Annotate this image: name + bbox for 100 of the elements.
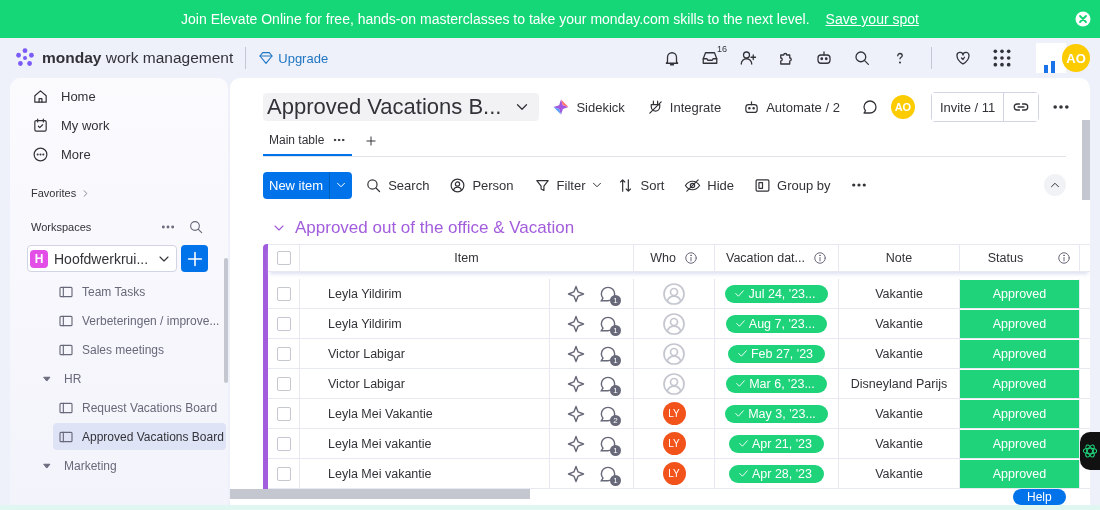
add-view-icon[interactable] — [364, 134, 379, 148]
column-title: Who — [650, 251, 676, 265]
note-text: Vakantie — [875, 316, 923, 331]
person-avatar: LY — [662, 402, 686, 425]
folder-item[interactable]: Marketing — [30, 452, 220, 479]
update-count: 2 — [610, 414, 621, 426]
board-item[interactable]: Sales meetings — [44, 336, 220, 363]
filter-button[interactable]: Filter — [524, 172, 595, 198]
status-label: Approved — [992, 317, 1047, 331]
sparkle-icon[interactable] — [566, 433, 586, 454]
board-item[interactable]: Approved Vacations Board — [53, 423, 226, 450]
info-icon[interactable] — [1057, 251, 1072, 265]
bell-icon[interactable] — [663, 49, 681, 67]
nav-item[interactable]: My work — [10, 111, 228, 140]
note-text: Vakantie — [875, 436, 923, 451]
hide-button[interactable]: Hide — [675, 172, 744, 198]
column-title: Vacation dat... — [726, 251, 805, 265]
sort-button[interactable]: Sort — [608, 172, 674, 198]
chat-icon[interactable] — [860, 98, 879, 116]
invite-icon[interactable] — [739, 49, 757, 67]
update-count: 1 — [610, 354, 621, 366]
robot-icon[interactable] — [815, 49, 833, 67]
checkbox[interactable] — [276, 376, 291, 391]
update-count: 1 — [610, 384, 621, 396]
person-filter-button[interactable]: Person — [440, 172, 523, 198]
workspace-name: Hoofdwerkrui... — [54, 250, 150, 267]
item-name[interactable]: Victor Labigar — [328, 346, 405, 361]
check-icon — [733, 287, 747, 300]
view-tab[interactable]: Main table — [263, 126, 353, 156]
search-icon — [365, 176, 383, 194]
integrate-button[interactable]: Integrate — [637, 94, 731, 120]
group-icon — [754, 176, 772, 194]
heart-icon[interactable] — [954, 49, 972, 67]
apps-grid-icon[interactable] — [992, 48, 1012, 68]
section-label: Workspaces — [31, 221, 92, 233]
calendar-icon — [32, 117, 49, 134]
checkbox[interactable] — [276, 316, 291, 331]
workspace-dropdown[interactable]: H Hoofdwerkrui... — [27, 245, 177, 272]
update-count: 1 — [610, 294, 621, 306]
checkbox[interactable] — [276, 251, 291, 265]
update-count: 1 — [610, 444, 621, 456]
item-name[interactable]: Victor Labigar — [328, 376, 405, 391]
checkbox[interactable] — [276, 436, 291, 451]
checkbox[interactable] — [276, 406, 291, 421]
inbox-icon[interactable] — [701, 49, 719, 67]
status-label: Approved — [992, 467, 1047, 481]
item-name[interactable]: Leyla Yildirim — [328, 286, 402, 301]
sparkle-icon[interactable] — [566, 403, 586, 424]
search-icon[interactable] — [853, 49, 871, 67]
item-name[interactable]: Leyla Mei vakantie — [328, 466, 432, 481]
workspace-badge: H — [30, 249, 48, 268]
checkbox[interactable] — [276, 286, 291, 301]
info-icon[interactable] — [813, 251, 827, 265]
sparkle-icon[interactable] — [566, 373, 586, 394]
sidekick-button[interactable]: Sidekick — [543, 94, 634, 120]
check-icon — [733, 407, 747, 420]
note-text: Vakantie — [875, 466, 923, 481]
info-icon[interactable] — [683, 251, 698, 265]
board-title-dropdown[interactable]: Approved Vacations B... — [263, 93, 540, 121]
favorites-link[interactable]: Favorites — [31, 187, 77, 199]
sparkle-icon[interactable] — [566, 313, 586, 334]
check-icon — [734, 377, 748, 390]
item-name[interactable]: Leyla Mei Vakantie — [328, 406, 433, 421]
note-text: Disneyland Parijs — [850, 376, 948, 391]
checkbox[interactable] — [276, 466, 291, 481]
group-by-button[interactable]: Group by — [745, 172, 840, 198]
robot-icon — [743, 98, 761, 116]
checkbox[interactable] — [276, 346, 291, 361]
ai-assistant-icon[interactable] — [1080, 432, 1100, 470]
eye-off-icon — [684, 176, 702, 194]
board-item[interactable]: Team Tasks — [44, 278, 220, 305]
note-text: Vakantie — [875, 346, 923, 361]
column-title: Note — [885, 251, 913, 265]
notification-count: 16 — [717, 44, 728, 54]
home-icon — [32, 88, 49, 105]
person-avatar: LY — [662, 462, 686, 485]
nav-item[interactable]: More — [10, 140, 228, 169]
search-button[interactable]: Search — [356, 172, 439, 198]
sparkle-icon[interactable] — [566, 283, 586, 304]
automate-button[interactable]: Automate / 2 — [734, 94, 849, 120]
check-icon — [736, 437, 750, 450]
logo-icon[interactable] — [14, 47, 36, 69]
help-button[interactable]: Help — [1013, 489, 1066, 505]
folder-item[interactable]: HR — [30, 365, 220, 392]
check-icon — [735, 347, 749, 360]
copy-link-button[interactable] — [1003, 93, 1039, 121]
status-label: Approved — [992, 377, 1047, 391]
item-name[interactable]: Leyla Yildirim — [328, 316, 402, 331]
sparkle-icon[interactable] — [566, 343, 586, 364]
item-name[interactable]: Leyla Mei vakantie — [328, 436, 432, 451]
group-title[interactable]: Approved out of the office & Vacation — [295, 218, 575, 238]
check-icon — [733, 317, 747, 330]
board-item[interactable]: Verbeteringen / improve... — [44, 307, 220, 334]
brand-name: monday work management — [42, 49, 234, 67]
plus-icon[interactable] — [181, 245, 208, 272]
board-item[interactable]: Request Vacations Board — [44, 394, 220, 421]
sparkle-icon[interactable] — [566, 463, 586, 484]
nav-item[interactable]: Home — [10, 82, 228, 111]
upgrade-link[interactable]: Upgrade — [258, 50, 329, 66]
banner-text: Join Elevate Online for free, hands-on masterclasses to take your monday.com skills to the next level. — [181, 11, 810, 27]
